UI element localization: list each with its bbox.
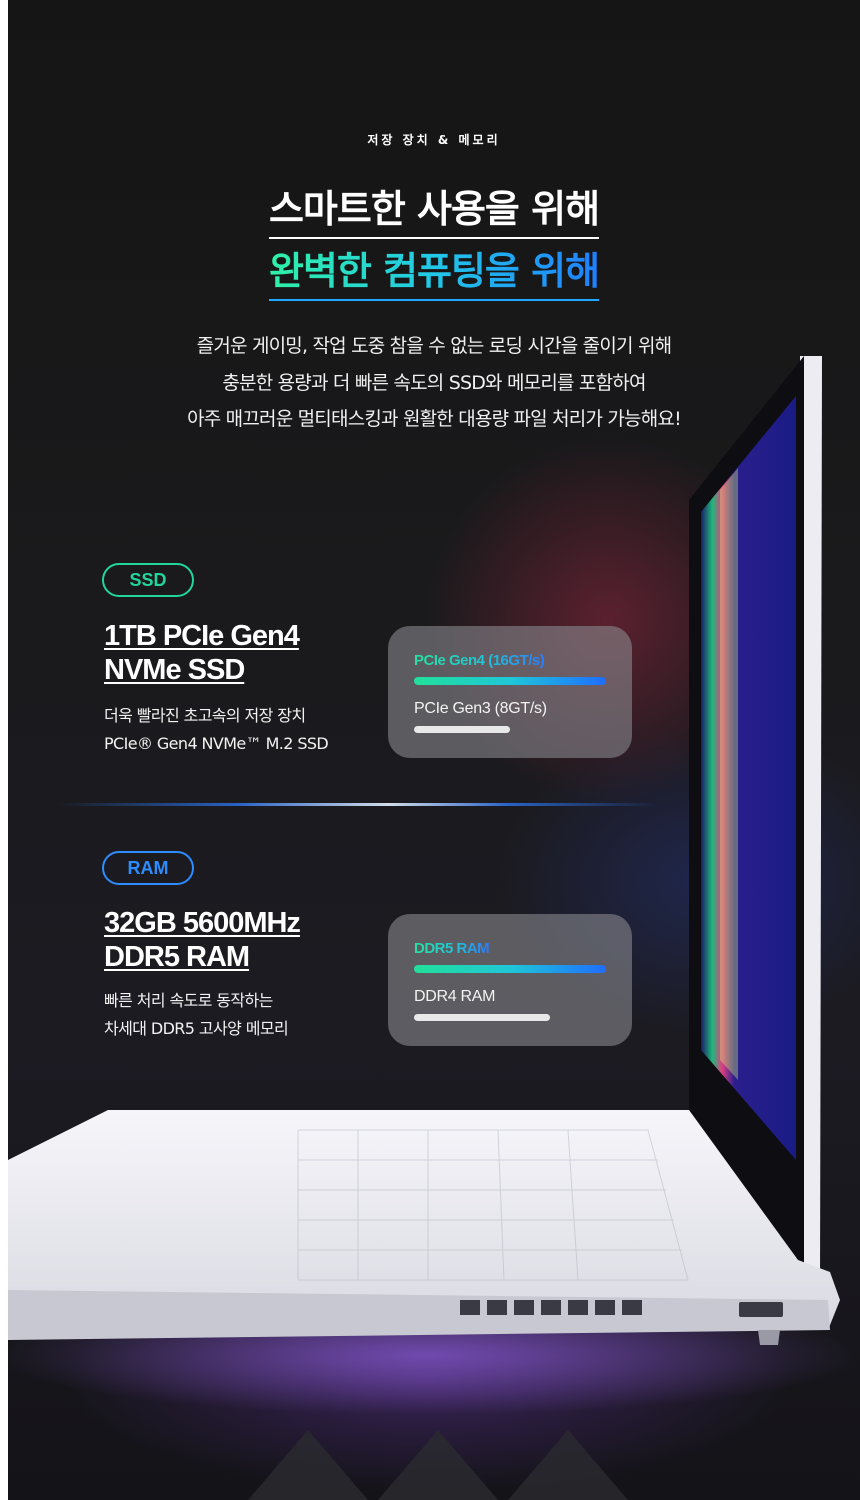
ram-title-line2: DDR5 RAM [104, 941, 250, 973]
ssd-badge: SSD [102, 563, 194, 597]
ram-description: 빠른 처리 속도로 동작하는 차세대 DDR5 고사양 메모리 [104, 987, 289, 1043]
ram-comparison-card: DDR5 RAM DDR4 RAM [388, 914, 632, 1046]
section-divider [58, 803, 658, 806]
laptop-foot [758, 1330, 780, 1345]
ram-ddr5-bar [414, 965, 606, 973]
laptop-screen [701, 396, 796, 1160]
ssd-title-line1: 1TB PCIe Gen4 [104, 620, 300, 652]
ssd-title-line2: NVMe SSD [104, 654, 245, 686]
section-eyebrow: 저장 장치 & 메모리 [367, 133, 501, 147]
description-line2: 충분한 용량과 더 빠른 속도의 SSD와 메모리를 포함하여 [222, 372, 646, 394]
ram-title: 32GB 5600MHz DDR5 RAM [104, 906, 301, 974]
ram-sub-line1: 빠른 처리 속도로 동작하는 [104, 991, 273, 1010]
ssd-gen4-label: PCIe Gen4 (16GT/s) [414, 652, 545, 669]
ram-title-line1: 32GB 5600MHz [104, 907, 301, 939]
bottom-pattern [248, 1430, 628, 1500]
headline-line1: 스마트한 사용을 위해 [8, 178, 860, 239]
storage-memory-section: 저장 장치 & 메모리 스마트한 사용을 위해 완벽한 컴퓨팅을 위해 즐거운 … [8, 0, 860, 1500]
ssd-title: 1TB PCIe Gen4 NVMe SSD [104, 619, 300, 687]
ram-badge: RAM [102, 851, 194, 885]
description-line1: 즐거운 게이밍, 작업 도중 참을 수 없는 로딩 시간을 줄이기 위해 [196, 335, 672, 357]
laptop-screen-glare [720, 468, 738, 1080]
ssd-gen4-bar [414, 677, 606, 685]
description-line3: 아주 매끄러운 멀티태스킹과 원활한 대용량 파일 처리가 가능해요! [187, 408, 682, 430]
headline-line2: 완벽한 컴퓨팅을 위해 [8, 240, 860, 301]
ssd-gen3-bar [414, 726, 510, 733]
ssd-gen3-label: PCIe Gen3 (8GT/s) [414, 700, 547, 717]
ssd-sub-line2: PCIe® Gen4 NVMe™ M.2 SSD [104, 734, 329, 753]
ssd-sub-line1: 더욱 빨라진 초고속의 저장 장치 [104, 706, 306, 725]
ram-sub-line2: 차세대 DDR5 고사양 메모리 [104, 1019, 289, 1038]
ssd-description: 더욱 빨라진 초고속의 저장 장치 PCIe® Gen4 NVMe™ M.2 S… [104, 702, 329, 758]
ram-ddr4-label: DDR4 RAM [414, 988, 496, 1005]
ram-ddr4-bar [414, 1014, 550, 1021]
ssd-comparison-card: PCIe Gen4 (16GT/s) PCIe Gen3 (8GT/s) [388, 626, 632, 758]
ram-ddr5-label: DDR5 RAM [414, 940, 490, 957]
